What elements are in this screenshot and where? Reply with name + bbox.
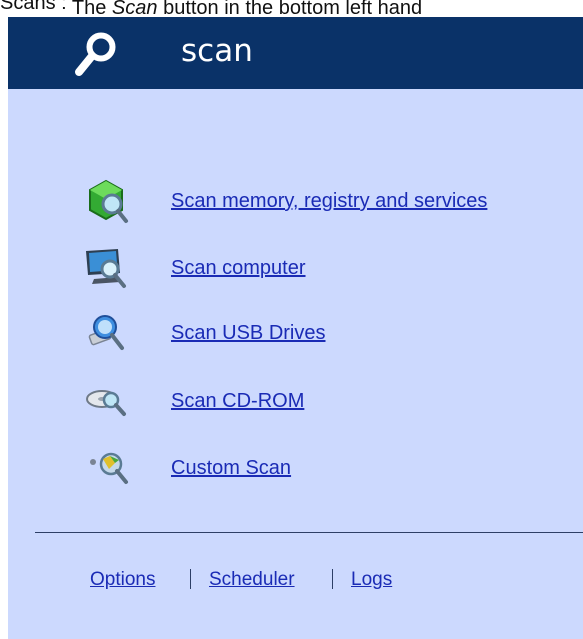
options-link[interactable]: Options [90,567,155,593]
panel-header: scan [8,17,583,89]
footer-separator [332,569,333,589]
caption-prefix: Scans : [0,0,67,14]
logs-link[interactable]: Logs [351,567,392,593]
scan-computer-link[interactable]: Scan computer [80,245,575,293]
scan-item-label[interactable]: Custom Scan [171,455,291,481]
custom-scan-icon [90,452,128,484]
caption-text: Scans : The Scan button in the bottom le… [0,0,583,17]
divider [35,532,583,533]
panel-title: scan [181,33,253,69]
footer-separator [190,569,191,589]
caption-text-before: The [66,0,112,17]
scan-item-label[interactable]: Scan computer [171,255,306,281]
custom-scan-link[interactable]: Custom Scan [80,445,575,493]
computer-scan-icon [86,249,126,288]
scan-cdrom-link[interactable]: Scan CD-ROM [80,378,575,426]
scan-panel: scan Scan memory, registry and services … [8,17,583,639]
magnifier-icon [75,32,116,76]
cdrom-scan-icon [86,390,126,416]
scan-item-label[interactable]: Scan CD-ROM [171,388,304,414]
scheduler-link[interactable]: Scheduler [209,567,295,593]
scan-usb-drives-link[interactable]: Scan USB Drives [80,310,575,358]
caption-text-after: button in the bottom left hand [157,0,423,17]
usb-scan-icon [88,315,124,350]
memory-scan-icon [89,179,128,223]
scan-item-label[interactable]: Scan memory, registry and services [171,188,487,214]
scan-memory-registry-services-link[interactable]: Scan memory, registry and services [80,178,575,226]
scan-item-label[interactable]: Scan USB Drives [171,320,326,346]
caption-italic: Scan [111,0,158,17]
